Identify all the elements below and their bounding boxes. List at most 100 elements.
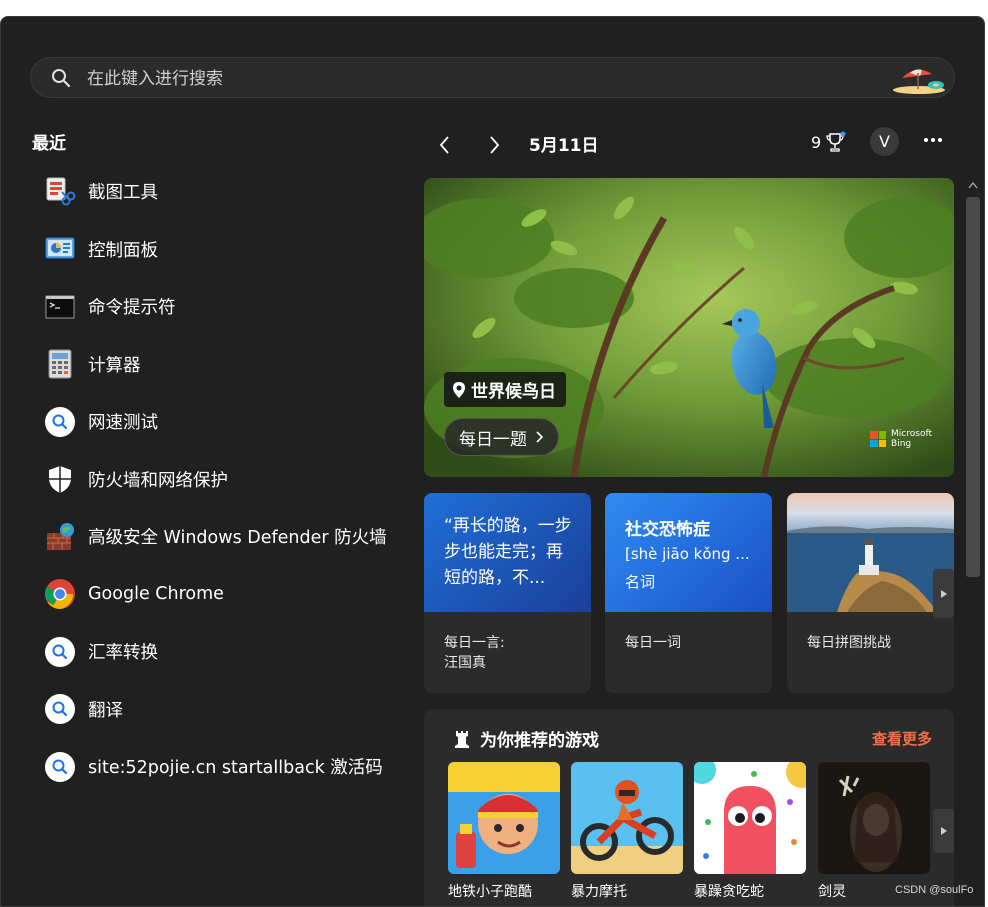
daily-quiz-button[interactable]: 每日一题 [444, 418, 559, 456]
next-button[interactable] [482, 133, 506, 157]
recent-item-label: 汇率转换 [88, 643, 158, 664]
brand-line-1: Microsoft [891, 429, 932, 439]
recent-heading: 最近 [32, 134, 66, 154]
puzzle-caption: 每日拼图挑战 [807, 635, 891, 651]
scroll-thumb[interactable] [966, 197, 980, 577]
puzzle-image [787, 493, 954, 612]
hero-card[interactable]: 世界候鸟日 每日一题 Microsoft Bing [424, 178, 954, 477]
word-panel: 社交恐怖症 [shè jiāo kǒng ... 名词 [605, 493, 772, 612]
daily-puzzle-card[interactable]: 每日拼图挑战 [787, 493, 954, 693]
game-tile[interactable]: 暴躁贪吃蛇 [694, 762, 806, 901]
caret-right-icon [940, 589, 947, 598]
word-pinyin: [shè jiāo kǒng ... [625, 545, 750, 563]
games-next-button[interactable] [933, 809, 954, 853]
chrome-icon [44, 578, 76, 610]
game-thumbnail [694, 762, 806, 874]
game-thumbnail [818, 762, 930, 874]
web-search-icon [44, 693, 76, 725]
date-label: 5月11日 [529, 136, 599, 156]
quote-caption-title: 每日一言: [444, 635, 505, 651]
recent-item-label: site:52pojie.cn startallback 激活码 [88, 758, 383, 779]
games-heading: 为你推荐的游戏 [452, 726, 599, 751]
game-name: 暴力摩托 [571, 884, 627, 900]
dot-icon [938, 138, 942, 142]
recent-item-web-search[interactable]: 翻译 [32, 681, 402, 739]
quote-text: “再长的路，一步步也能走完；再短的路，不... [444, 516, 572, 588]
web-search-icon [44, 406, 76, 438]
lighthouse-photo [787, 493, 954, 612]
daily-quiz-label: 每日一题 [459, 429, 527, 450]
hero-tag-text: 世界候鸟日 [471, 382, 556, 402]
recent-item-label: 防火墙和网络保护 [88, 470, 228, 491]
recent-item-web-search[interactable]: 网速测试 [32, 393, 402, 451]
search-icon [52, 69, 71, 88]
chevron-left-icon [439, 136, 449, 154]
scroll-up-arrow-icon[interactable] [968, 181, 978, 189]
dot-icon [931, 138, 935, 142]
chevron-right-icon [490, 136, 500, 154]
search-input[interactable] [85, 67, 869, 91]
quote-panel: “再长的路，一步步也能走完；再短的路，不... [424, 493, 591, 612]
recent-item-label: 高级安全 Windows Defender 防火墙 [88, 528, 387, 549]
location-pin-icon [453, 381, 465, 398]
recent-item-label: 网速测试 [88, 413, 158, 434]
game-tile[interactable]: 暴力摩托 [571, 762, 683, 901]
see-more-link[interactable]: 查看更多 [872, 728, 932, 749]
recent-item-label: 命令提示符 [88, 298, 176, 319]
web-search-icon [44, 751, 76, 783]
chess-rook-icon [455, 730, 469, 748]
dot-icon [924, 138, 928, 142]
angry-snake-art [694, 762, 806, 874]
quote-author: 汪国真 [444, 655, 486, 671]
word-part-of-speech: 名词 [625, 573, 656, 591]
caret-right-icon [940, 827, 947, 835]
previous-button[interactable] [433, 133, 457, 157]
rewards-count: 9 [811, 132, 822, 152]
recent-item-defender-firewall[interactable]: 高级安全 Windows Defender 防火墙 [32, 508, 402, 566]
microsoft-bing-logo: Microsoft Bing [870, 429, 932, 449]
recent-item-snipping-tool[interactable]: 截图工具 [32, 163, 402, 221]
shield-icon [44, 463, 76, 495]
recent-item-web-search[interactable]: site:52pojie.cn startallback 激活码 [32, 738, 402, 796]
game-tile[interactable]: 地铁小子跑酷 [448, 762, 560, 901]
command-prompt-icon [44, 291, 76, 323]
hero-location-tag[interactable]: 世界候鸟日 [444, 372, 566, 407]
word-title: 社交恐怖症 [625, 520, 710, 540]
recent-item-control-panel[interactable]: 控制面板 [32, 221, 402, 279]
search-box[interactable] [30, 57, 955, 98]
recent-item-command-prompt[interactable]: 命令提示符 [32, 278, 402, 336]
recent-item-firewall-protection[interactable]: 防火墙和网络保护 [32, 451, 402, 509]
daily-word-card[interactable]: 社交恐怖症 [shè jiāo kǒng ... 名词 每日一词 [605, 493, 772, 693]
recent-item-web-search[interactable]: 汇率转换 [32, 623, 402, 681]
more-options-button[interactable] [921, 130, 945, 150]
recent-item-label: 翻译 [88, 700, 123, 721]
chevron-right-icon [536, 431, 544, 443]
recent-list: 截图工具 控制面板 命令提示符 计算器 网速测试 防火墙和网络保护 高级安全 W… [32, 163, 402, 796]
recent-item-label: Google Chrome [88, 584, 224, 605]
subway-surfers-art [448, 762, 560, 874]
snipping-tool-icon [44, 176, 76, 208]
brand-line-2: Bing [891, 439, 912, 449]
scrollbar[interactable] [962, 177, 984, 906]
game-name: 暴躁贪吃蛇 [694, 884, 764, 900]
firewall-icon [44, 521, 76, 553]
recent-item-label: 控制面板 [88, 240, 158, 261]
recent-item-calculator[interactable]: 计算器 [32, 336, 402, 394]
recent-item-google-chrome[interactable]: Google Chrome [32, 566, 402, 624]
calculator-icon [44, 348, 76, 380]
recent-item-label: 截图工具 [88, 183, 158, 204]
moto-x3m-art [571, 762, 683, 874]
cards-next-button[interactable] [933, 569, 954, 618]
trophy-icon [826, 131, 846, 152]
game-thumbnail [571, 762, 683, 874]
beach-umbrella-icon[interactable] [892, 62, 946, 94]
quote-caption: 每日一言: 汪国真 [444, 633, 505, 673]
game-tile[interactable]: 剑灵 [818, 762, 930, 901]
blade-and-soul-art [818, 762, 930, 874]
word-caption: 每日一词 [625, 635, 681, 651]
recent-item-label: 计算器 [88, 355, 141, 376]
daily-quote-card[interactable]: “再长的路，一步步也能走完；再短的路，不... 每日一言: 汪国真 [424, 493, 591, 693]
user-avatar[interactable]: V [870, 127, 899, 156]
rewards-points[interactable]: 9 [811, 131, 847, 153]
games-title-text: 为你推荐的游戏 [480, 731, 599, 751]
